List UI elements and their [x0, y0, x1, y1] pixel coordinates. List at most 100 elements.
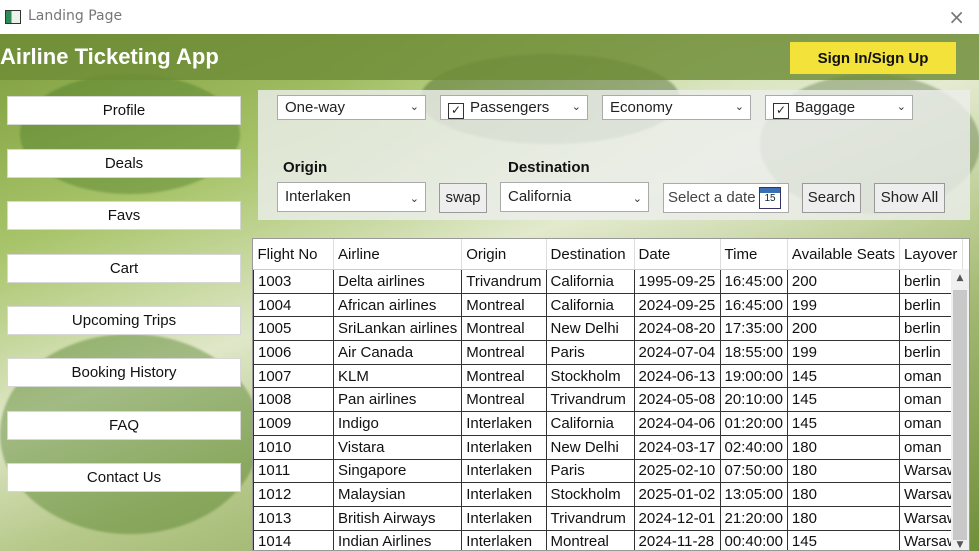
table-cell: California — [545, 292, 635, 318]
table-cell: California — [545, 269, 635, 294]
chevron-down-icon: ⌄ — [571, 101, 581, 113]
table-row[interactable]: 1007 KLM Montreal Stockholm 2024-06-13 19:00:… — [253, 363, 963, 389]
table-cell: 2025-01-02 — [633, 482, 721, 507]
table-row[interactable]: 1012 Malaysian Interlaken Stockholm 2025-01-… — [253, 482, 963, 507]
close-icon[interactable]: × — [948, 5, 965, 29]
table-row[interactable]: 1011 Singapore Interlaken Paris 2025-02-10 07… — [253, 458, 963, 484]
sidebar-item-booking-history[interactable]: Booking History — [7, 358, 241, 387]
sidebar-item-faq[interactable]: FAQ — [7, 411, 241, 440]
vertical-scrollbar[interactable]: ▲ ▼ — [951, 269, 969, 550]
show-all-button[interactable]: Show All — [874, 183, 945, 213]
table-row[interactable]: 1003 Delta airlines Trivandrum California 19… — [253, 269, 963, 294]
chevron-down-icon: ⌄ — [734, 101, 744, 113]
table-cell: 16:45:00 — [719, 292, 788, 318]
column-header[interactable]: Airline — [333, 239, 463, 270]
table-cell: 16:45:00 — [719, 269, 788, 294]
sidebar-item-upcoming-trips[interactable]: Upcoming Trips — [7, 306, 241, 335]
destination-select[interactable]: California ⌄ — [500, 182, 649, 212]
table-cell: 01:20:00 — [719, 411, 788, 436]
table-row[interactable]: 1004 African airlines Montreal California 20… — [253, 292, 963, 318]
column-header[interactable]: Origin — [461, 239, 547, 270]
table-cell: Delta airlines — [332, 269, 463, 294]
table-row[interactable]: 1008 Pan airlines Montreal Trivandrum 2024-0… — [253, 387, 963, 413]
app-title: Airline Ticketing App — [0, 44, 219, 69]
table-cell: Singapore — [332, 458, 463, 484]
search-button[interactable]: Search — [802, 183, 861, 213]
column-header[interactable]: Available Seats — [787, 239, 901, 270]
table-cell: 1995-09-25 — [633, 269, 721, 294]
table-cell: 1012 — [253, 482, 334, 507]
flights-table[interactable]: Flight No Airline Origin Destination Date Tim… — [252, 238, 970, 551]
table-cell: 02:40:00 — [719, 434, 788, 460]
column-header[interactable]: Time — [720, 239, 788, 270]
table-cell: 21:20:00 — [719, 505, 788, 531]
table-cell: 1013 — [253, 505, 334, 531]
table-cell: 1014 — [253, 529, 334, 550]
table-cell: Paris — [545, 340, 635, 365]
table-cell: 180 — [786, 505, 901, 531]
table-cell: 1008 — [253, 387, 334, 413]
table-row[interactable]: 1010 Vistara Interlaken New Delhi 2024-03-17… — [253, 434, 963, 460]
trip-type-value: One-way — [285, 99, 346, 116]
sign-in-button[interactable]: Sign In/Sign Up — [790, 42, 956, 74]
table-cell: 199 — [786, 340, 901, 365]
passengers-checkbox[interactable]: ✓ — [448, 103, 464, 119]
table-cell: 2025-02-10 — [633, 458, 721, 484]
table-row[interactable]: 1013 British Airways Interlaken Trivandrum 2… — [253, 505, 963, 531]
table-cell: Montreal — [461, 316, 547, 342]
table-cell: Interlaken — [461, 458, 547, 484]
passengers-select[interactable]: ✓ Passengers ⌄ — [440, 95, 588, 120]
column-header[interactable]: Destination — [546, 239, 635, 270]
sidebar-item-deals[interactable]: Deals — [7, 149, 241, 178]
table-cell: 2024-04-06 — [633, 411, 721, 436]
sidebar-item-favs[interactable]: Favs — [7, 201, 241, 230]
table-cell: Interlaken — [461, 482, 547, 507]
swap-button[interactable]: swap — [439, 183, 487, 213]
table-cell: 17:35:00 — [719, 316, 788, 342]
table-cell: 1003 — [253, 269, 334, 294]
table-row[interactable]: 1014 Indian Airlines Interlaken Montreal 202… — [253, 529, 963, 550]
chevron-down-icon: ⌄ — [896, 101, 906, 113]
class-select[interactable]: Economy ⌄ — [602, 95, 751, 120]
table-cell: 00:40:00 — [719, 529, 788, 550]
app-window-icon — [5, 10, 21, 24]
chevron-down-icon: ⌄ — [632, 193, 642, 205]
table-cell: 1011 — [253, 458, 334, 484]
passengers-label: Passengers — [470, 99, 550, 116]
sidebar-item-cart[interactable]: Cart — [7, 254, 241, 283]
table-cell: 200 — [786, 316, 901, 342]
sidebar-item-profile[interactable]: Profile — [7, 96, 241, 125]
scrollbar-thumb[interactable] — [953, 290, 967, 540]
table-cell: Montreal — [461, 363, 547, 389]
destination-label: Destination — [508, 159, 590, 176]
baggage-select[interactable]: ✓ Baggage ⌄ — [765, 95, 913, 120]
table-cell: Malaysian — [332, 482, 463, 507]
column-header[interactable]: Date — [634, 239, 721, 270]
table-row[interactable]: 1005 SriLankan airlines Montreal New Delhi 2… — [253, 316, 963, 342]
table-cell: Montreal — [461, 292, 547, 318]
scroll-up-icon[interactable]: ▲ — [951, 273, 969, 283]
table-cell: 07:50:00 — [719, 458, 788, 484]
origin-select[interactable]: Interlaken ⌄ — [277, 182, 426, 212]
title-bar: Landing Page × — [0, 0, 979, 34]
table-cell: Stockholm — [545, 482, 635, 507]
table-cell: Interlaken — [461, 434, 547, 460]
table-cell: 145 — [786, 529, 901, 550]
table-cell: 1005 — [253, 316, 334, 342]
column-header[interactable]: Layover — [899, 239, 963, 270]
baggage-checkbox[interactable]: ✓ — [773, 103, 789, 119]
table-cell: New Delhi — [545, 434, 635, 460]
column-header[interactable]: Flight No — [253, 239, 334, 270]
table-cell: Paris — [545, 458, 635, 484]
scroll-down-icon[interactable]: ▼ — [951, 540, 969, 550]
date-picker[interactable]: Select a date 15 — [663, 183, 789, 213]
table-cell: 1004 — [253, 292, 334, 318]
table-cell: California — [545, 411, 635, 436]
date-placeholder: Select a date — [668, 189, 756, 206]
table-row[interactable]: 1009 Indigo Interlaken California 2024-04-06… — [253, 411, 963, 436]
sidebar-item-contact-us[interactable]: Contact Us — [7, 463, 241, 492]
table-cell: 1009 — [253, 411, 334, 436]
table-row[interactable]: 1006 Air Canada Montreal Paris 2024-07-04 18:… — [253, 340, 963, 365]
calendar-icon[interactable]: 15 — [759, 187, 781, 209]
trip-type-select[interactable]: One-way ⌄ — [277, 95, 426, 120]
